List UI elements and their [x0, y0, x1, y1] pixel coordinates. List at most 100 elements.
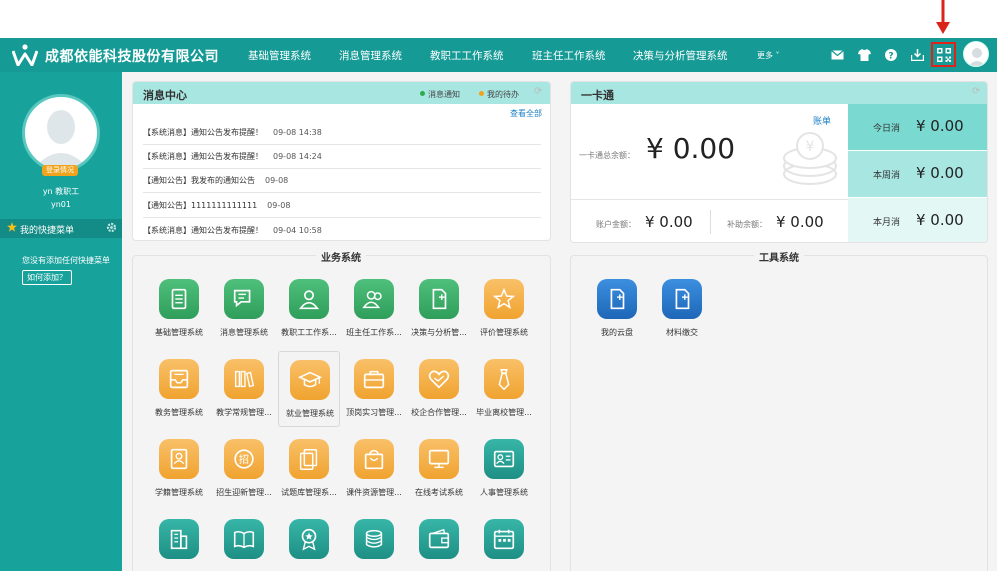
- tool-systems-title: 工具系统: [754, 249, 804, 264]
- user-avatar[interactable]: [963, 41, 989, 67]
- shirt-icon[interactable]: [856, 47, 872, 63]
- message-item[interactable]: 【通知公告】我发布的通知公告 09-08: [143, 169, 541, 193]
- app-tile[interactable]: 教学常规管理...: [213, 351, 275, 427]
- app-tile[interactable]: 班主任工作系...: [343, 271, 405, 347]
- app-tile[interactable]: 学籍管理系统: [148, 431, 210, 507]
- chat-icon: [224, 279, 264, 319]
- annotation-arrow-icon: [936, 0, 950, 34]
- subsidy-balance-value: ¥ 0.00: [776, 213, 824, 231]
- app-tile[interactable]: [473, 511, 535, 571]
- svg-text:招: 招: [239, 453, 249, 466]
- month-spend-label: 本月消: [873, 218, 901, 228]
- app-tile[interactable]: 消息管理系统: [213, 271, 275, 347]
- new-doc-icon: [419, 279, 459, 319]
- app-label: 毕业离校管理...: [476, 408, 532, 417]
- app-tile[interactable]: [408, 511, 470, 571]
- business-systems-title: 业务系统: [316, 249, 366, 264]
- app-tile[interactable]: 我的云盘: [586, 271, 648, 347]
- app-tile[interactable]: 试题库管理系...: [278, 431, 340, 507]
- app-tile[interactable]: 教职工工作系...: [278, 271, 340, 347]
- month-spend[interactable]: 本月消 ¥ 0.00: [848, 198, 987, 242]
- profile-avatar[interactable]: [22, 94, 100, 172]
- app-tile[interactable]: 评价管理系统: [473, 271, 535, 347]
- app-label: 决策与分析管...: [411, 328, 467, 337]
- mail-icon[interactable]: [829, 47, 845, 63]
- quick-menu-title: 我的快捷菜单: [20, 226, 75, 236]
- nav-message[interactable]: 消息管理系统: [339, 48, 402, 63]
- open-book-icon: [224, 519, 264, 559]
- message-item[interactable]: 【通知公告】1111111111111 09-08: [143, 194, 541, 218]
- bag-icon: [354, 439, 394, 479]
- bill-link[interactable]: 账单: [813, 114, 831, 127]
- page: 成都依能科技股份有限公司 基础管理系统 消息管理系统 教职工工作系统 班主任工作…: [0, 0, 997, 571]
- brand-name: 成都依能科技股份有限公司: [45, 49, 219, 65]
- message-center-header: 消息中心 消息通知 我的待办 ⟳: [133, 82, 550, 104]
- message-center-title: 消息中心: [143, 89, 187, 102]
- monitor-icon: [419, 439, 459, 479]
- message-item[interactable]: 【系统消息】通知公告发布提醒！ 09-08 14:24: [143, 145, 541, 169]
- user-name-role: yn 教职工: [42, 187, 80, 196]
- app-tile[interactable]: 基础管理系统: [148, 271, 210, 347]
- recruit-icon: 招: [224, 439, 264, 479]
- app-tile[interactable]: 校企合作管理...: [408, 351, 470, 427]
- week-spend[interactable]: 本周消 ¥ 0.00: [848, 151, 987, 198]
- app-label: 基础管理系统: [155, 328, 203, 337]
- download-tray-icon[interactable]: [909, 47, 925, 63]
- app-tile[interactable]: 人事管理系统: [473, 431, 535, 507]
- total-balance-value: ¥ 0.00: [646, 132, 736, 165]
- app-tile[interactable]: 毕业离校管理...: [473, 351, 535, 427]
- star-icon: [7, 222, 17, 232]
- login-status-badge[interactable]: 登录情况: [42, 165, 78, 176]
- app-tile[interactable]: 课件资源管理...: [343, 431, 405, 507]
- message-item[interactable]: 【系统消息】通知公告发布提醒！ 09-04 10:58: [143, 219, 541, 240]
- app-tile[interactable]: 教务管理系统: [148, 351, 210, 427]
- app-label: 班主任工作系...: [346, 328, 402, 337]
- refresh-icon[interactable]: ⟳: [972, 87, 982, 97]
- help-icon[interactable]: ?: [883, 47, 899, 63]
- app-label: 在线考试系统: [415, 488, 463, 497]
- app-tile[interactable]: [213, 511, 275, 571]
- card-divider: [571, 199, 848, 200]
- app-tile[interactable]: 决策与分析管...: [408, 271, 470, 347]
- today-spend[interactable]: 今日消 ¥ 0.00: [848, 104, 987, 151]
- message-item[interactable]: 【系统消息】通知公告发布提醒！ 09-08 14:38: [143, 121, 541, 145]
- submit-doc-icon: [662, 279, 702, 319]
- today-spend-value: ¥ 0.00: [916, 117, 964, 135]
- app-label: 消息管理系统: [220, 328, 268, 337]
- app-label: 材料缴交: [666, 328, 698, 337]
- account-balance-label: 账户金额：: [596, 220, 636, 229]
- legend-todo[interactable]: 我的待办: [479, 89, 519, 100]
- app-tile[interactable]: [148, 511, 210, 571]
- app-tile[interactable]: 材料缴交: [651, 271, 713, 347]
- app-tile[interactable]: 顶岗实习管理...: [343, 351, 405, 427]
- app-tile[interactable]: [278, 511, 340, 571]
- nav-basic[interactable]: 基础管理系统: [248, 48, 311, 63]
- gear-icon[interactable]: [106, 222, 117, 233]
- nav-more[interactable]: 更多 ˅: [757, 50, 780, 61]
- wallet-icon: [419, 519, 459, 559]
- quick-menu-header: 我的快捷菜单: [0, 219, 122, 238]
- user-account: yn01: [51, 200, 71, 209]
- app-tile[interactable]: 就业管理系统: [278, 351, 340, 427]
- books-icon: [224, 359, 264, 399]
- how-to-add-button[interactable]: 如何添加？: [22, 270, 72, 285]
- svg-text:¥: ¥: [806, 139, 815, 155]
- legend-notice[interactable]: 消息通知: [420, 89, 460, 100]
- nav-staff[interactable]: 教职工工作系统: [430, 48, 504, 63]
- refresh-icon[interactable]: ⟳: [534, 87, 544, 97]
- quick-menu-empty-note: 您没有添加任何快捷菜单: [22, 256, 110, 265]
- briefcase-icon: [354, 359, 394, 399]
- app-tile[interactable]: 在线考试系统: [408, 431, 470, 507]
- message-center-panel: 消息中心 消息通知 我的待办 ⟳ 查看全部 【系统消息】通知公告发布提醒！ 09-…: [132, 81, 551, 241]
- app-tile[interactable]: 招招生迎新管理...: [213, 431, 275, 507]
- nav-headteacher[interactable]: 班主任工作系统: [532, 48, 606, 63]
- tie-icon: [484, 359, 524, 399]
- app-label: 课件资源管理...: [346, 488, 402, 497]
- app-label: 人事管理系统: [480, 488, 528, 497]
- nav-decision[interactable]: 决策与分析管理系统: [633, 48, 728, 63]
- app-tile[interactable]: [343, 511, 405, 571]
- qr-code-button[interactable]: [931, 42, 956, 67]
- view-all-link[interactable]: 查看全部: [510, 108, 542, 119]
- app-label: 顶岗实习管理...: [346, 408, 402, 417]
- document-icon: [159, 279, 199, 319]
